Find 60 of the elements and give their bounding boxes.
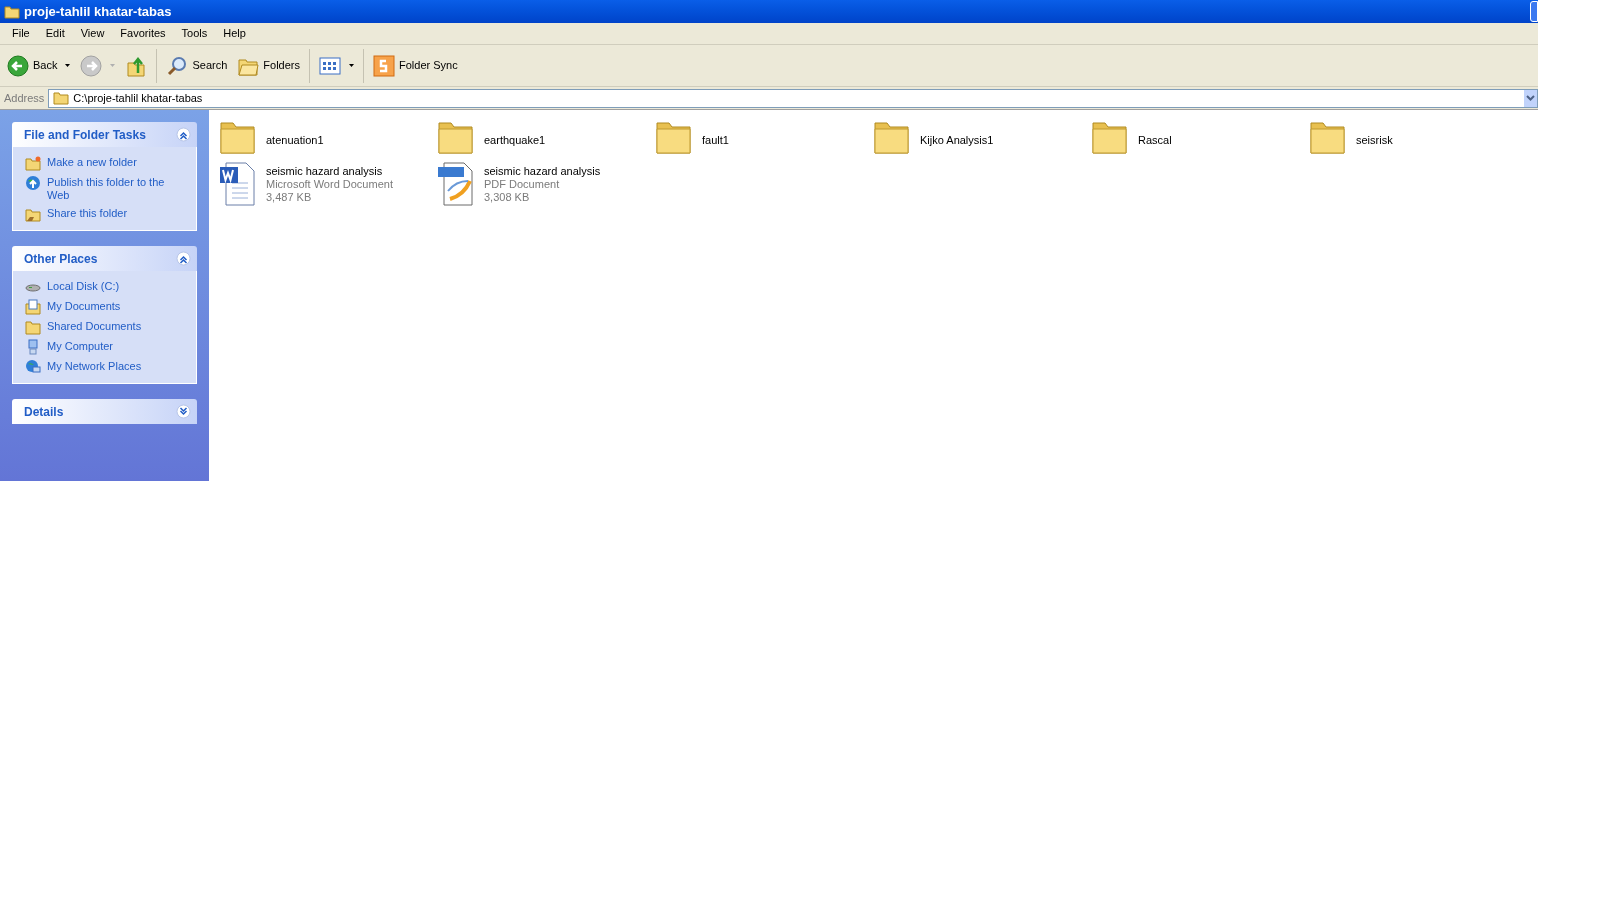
pdf-document-icon[interactable] — [436, 161, 476, 207]
file-name[interactable]: Kijko Analysis1 — [920, 133, 994, 147]
dropdown-button[interactable] — [1524, 89, 1537, 107]
task-link[interactable]: Make a new folder — [47, 155, 137, 169]
panel-title: File and Folder Tasks — [24, 126, 146, 144]
file-name[interactable]: fault1 — [702, 133, 729, 147]
folder-icon — [25, 155, 41, 171]
task-link[interactable]: My Computer — [47, 339, 114, 353]
panel-title: Details — [24, 403, 64, 421]
computer-icon — [25, 339, 41, 355]
word-document-icon[interactable] — [218, 161, 258, 207]
documents-icon — [25, 299, 41, 315]
menu-item[interactable]: View — [72, 25, 113, 42]
menu-item[interactable]: File — [4, 25, 38, 42]
globe-icon — [25, 175, 41, 191]
folder-icon — [25, 319, 41, 335]
title-bar-button[interactable] — [1530, 1, 1538, 22]
task-link[interactable]: Publish this folder to the Web — [47, 175, 184, 202]
menu-item[interactable]: Edit — [37, 25, 73, 42]
task-link[interactable]: My Documents — [47, 299, 121, 313]
panel-title: Other Places — [24, 250, 98, 268]
file-type: Microsoft Word Document — [266, 177, 393, 191]
task-link[interactable]: Share this folder — [47, 206, 128, 220]
task-link[interactable]: My Network Places — [47, 359, 142, 373]
menu-item[interactable]: Tools — [173, 25, 216, 42]
file-size: 3,308 KB — [484, 190, 531, 204]
shared-folder-icon — [25, 206, 41, 222]
chevron-down-icon — [1526, 95, 1535, 101]
file-name[interactable]: seismic hazard analysis — [266, 164, 393, 178]
folder-icon — [53, 91, 70, 105]
sync-icon — [373, 54, 395, 77]
task-link[interactable]: Shared Documents — [47, 319, 142, 333]
file-name[interactable]: Rascal — [1138, 133, 1172, 147]
address-label: Address — [4, 90, 45, 106]
grid-view-icon — [319, 54, 341, 77]
menu-item[interactable]: Help — [215, 25, 254, 42]
address-field[interactable]: C:\proje-tahlil khatar-tabas — [48, 88, 1538, 108]
panel-header[interactable]: Other Places — [12, 246, 197, 271]
panel-header[interactable]: File and Folder Tasks — [12, 122, 197, 147]
file-name[interactable]: earthquake1 — [484, 133, 546, 147]
network-icon — [25, 359, 41, 375]
address-value: C:\proje-tahlil khatar-tabas — [73, 90, 204, 106]
file-name[interactable]: seisrisk — [1356, 133, 1393, 147]
folder-icon — [4, 4, 20, 19]
menu-item[interactable]: Favorites — [112, 25, 174, 42]
file-name[interactable]: seismic hazard analysis — [484, 164, 601, 178]
window-title: proje-tahlil khatar-tabas — [24, 2, 172, 21]
file-type: PDF Document — [484, 177, 561, 191]
file-name[interactable]: atenuation1 — [266, 133, 324, 147]
search-icon — [166, 54, 189, 77]
search-button[interactable]: Search — [163, 47, 231, 84]
sync-button[interactable]: Folder Sync — [370, 47, 461, 84]
caret-icon — [110, 64, 116, 67]
back-button[interactable]: Back — [4, 47, 74, 84]
folders-button[interactable]: Folders — [234, 47, 303, 84]
panel-header[interactable]: Details — [12, 399, 197, 424]
file-size: 3,487 KB — [266, 190, 313, 204]
caret-icon — [65, 64, 71, 67]
task-link[interactable]: Local Disk (C:) — [47, 279, 120, 293]
caret-icon — [349, 64, 354, 67]
